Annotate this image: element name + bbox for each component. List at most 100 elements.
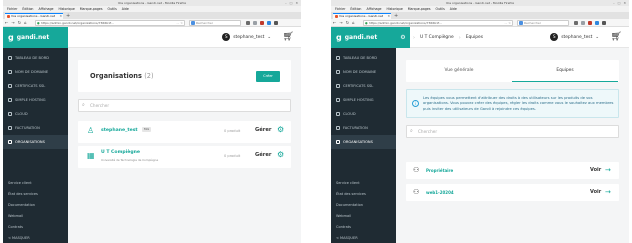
library-icon[interactable] bbox=[246, 21, 250, 25]
browser-search-bar[interactable]: Rechercher bbox=[517, 20, 569, 26]
app-topbar: S stephane_test ⌄ 🛒︎ bbox=[68, 27, 301, 48]
brand-logo[interactable]: g gandi.net bbox=[3, 27, 68, 48]
forward-icon[interactable]: → bbox=[11, 20, 14, 26]
footer-link-webmail[interactable]: Webmail bbox=[3, 210, 68, 221]
search-input[interactable]: ⌕ Chercher bbox=[406, 125, 619, 138]
browser-search-bar[interactable]: Rechercher bbox=[189, 20, 241, 26]
maximize-icon[interactable]: □ bbox=[618, 1, 621, 5]
user-menu[interactable]: S stephane_test ⌄ bbox=[222, 33, 271, 41]
manage-button[interactable]: Gérer bbox=[255, 127, 271, 133]
gandi-logo-icon: g bbox=[336, 33, 342, 42]
team-row[interactable]: ⚇ web1-20204 Voir → bbox=[406, 184, 619, 201]
page-actions-icon[interactable]: ··· ☆ bbox=[176, 21, 183, 25]
browser-search-placeholder: Rechercher bbox=[524, 21, 541, 25]
sidebar-item-cloud[interactable]: CLOUD bbox=[3, 107, 68, 121]
sidebar-toggle-icon[interactable] bbox=[581, 21, 585, 25]
gear-icon[interactable]: ⚙ bbox=[277, 125, 284, 135]
gear-back-icon[interactable]: ⚙ bbox=[396, 27, 410, 48]
sidebar-item-ssl[interactable]: CERTIFICATS SSL bbox=[331, 79, 396, 93]
page-actions-icon[interactable]: ··· ☆ bbox=[504, 21, 511, 25]
sidebar-item-ssl[interactable]: CERTIFICATS SSL bbox=[3, 79, 68, 93]
gear-icon[interactable]: ⚙ bbox=[277, 150, 284, 160]
sidebar-item-billing[interactable]: FACTURATION bbox=[331, 121, 396, 135]
view-button[interactable]: Voir bbox=[590, 167, 601, 173]
team-row[interactable]: ⚇ Propriétaire Voir → bbox=[406, 162, 619, 179]
sidebar-toggle-icon[interactable] bbox=[253, 21, 257, 25]
back-icon[interactable]: ← bbox=[333, 20, 336, 26]
extension-icon[interactable] bbox=[588, 21, 592, 25]
arrow-right-icon[interactable]: → bbox=[605, 187, 611, 197]
arrow-right-icon[interactable]: → bbox=[605, 165, 611, 175]
footer-link-status[interactable]: État des services bbox=[3, 188, 68, 199]
footer-link-support[interactable]: Service client bbox=[331, 177, 396, 188]
sidebar-item-dashboard[interactable]: TABLEAU DE BORD bbox=[3, 51, 68, 65]
url-bar[interactable]: ● https://admin.gandi.net/organizations/… bbox=[35, 20, 185, 26]
cart-icon[interactable]: 🛒︎ bbox=[611, 32, 622, 42]
maximize-icon[interactable]: □ bbox=[290, 1, 293, 5]
hide-sidebar-button[interactable]: < MASQUER bbox=[3, 232, 68, 243]
sidebar-item-label: CLOUD bbox=[15, 112, 28, 116]
favicon-icon bbox=[7, 15, 10, 18]
home-icon[interactable]: ⌂ bbox=[24, 20, 27, 26]
sidebar-item-organisations[interactable]: ORGANISATIONS bbox=[331, 135, 396, 149]
tab-teams[interactable]: Equipes bbox=[512, 60, 618, 82]
organisation-name[interactable]: U T Compiègne bbox=[101, 150, 140, 155]
sidebar-item-cloud[interactable]: CLOUD bbox=[331, 107, 396, 121]
breadcrumb-separator-icon: › bbox=[413, 34, 415, 41]
sidebar-item-label: TABLEAU DE BORD bbox=[15, 56, 50, 60]
url-bar[interactable]: ● https://admin.gandi.net/organizations/… bbox=[363, 20, 513, 26]
minimize-icon[interactable]: – bbox=[285, 1, 287, 5]
team-name[interactable]: Propriétaire bbox=[426, 168, 453, 173]
extension-icon-2[interactable] bbox=[595, 21, 599, 25]
manage-button[interactable]: Gérer bbox=[255, 152, 271, 158]
sidebar-item-domains[interactable]: NOM DE DOMAINE bbox=[331, 65, 396, 79]
search-placeholder: Chercher bbox=[418, 129, 438, 134]
hamburger-menu-icon[interactable] bbox=[602, 21, 606, 25]
footer-link-status[interactable]: État des services bbox=[331, 188, 396, 199]
sidebar-item-hosting[interactable]: SIMPLE HOSTING bbox=[331, 93, 396, 107]
breadcrumb-separator-icon: › bbox=[458, 34, 461, 41]
organisation-row[interactable]: ♙ stephane_test Moi 0 produit Gérer ⚙ bbox=[78, 121, 291, 143]
create-organisation-button[interactable]: Créer bbox=[256, 71, 280, 82]
close-icon[interactable]: ✕ bbox=[623, 1, 626, 5]
organisation-row[interactable]: ▦ U T Compiègne Université de Technologi… bbox=[78, 146, 291, 168]
sidebar-item-label: FACTURATION bbox=[15, 126, 40, 130]
reload-icon[interactable]: ↻ bbox=[346, 20, 349, 26]
close-icon[interactable]: ✕ bbox=[295, 1, 298, 5]
library-icon[interactable] bbox=[574, 21, 578, 25]
team-name[interactable]: web1-20204 bbox=[426, 190, 454, 195]
brand-logo[interactable]: g gandi.net bbox=[331, 27, 396, 48]
minimize-icon[interactable]: – bbox=[613, 1, 615, 5]
extension-icon-2[interactable] bbox=[267, 21, 271, 25]
footer-link-contracts[interactable]: Contrats bbox=[3, 221, 68, 232]
search-icon: ⌕ bbox=[410, 128, 413, 134]
footer-link-docs[interactable]: Documentation bbox=[3, 199, 68, 210]
tab-overview[interactable]: Vue générale bbox=[406, 60, 512, 82]
footer-link-webmail[interactable]: Webmail bbox=[331, 210, 396, 221]
breadcrumb: ⚙ › U T Compiègne › Equipes bbox=[396, 27, 516, 48]
extension-icon[interactable] bbox=[260, 21, 264, 25]
info-icon: i bbox=[412, 100, 419, 107]
footer-link-support[interactable]: Service client bbox=[3, 177, 68, 188]
main-content: Vue générale Equipes i Les équipes vous … bbox=[396, 48, 629, 243]
hosting-icon bbox=[336, 98, 340, 102]
organisation-name[interactable]: stephane_test bbox=[101, 128, 138, 133]
footer-link-contracts[interactable]: Contrats bbox=[331, 221, 396, 232]
back-icon[interactable]: ← bbox=[5, 20, 8, 26]
cart-icon[interactable]: 🛒︎ bbox=[283, 32, 294, 42]
sidebar-item-hosting[interactable]: SIMPLE HOSTING bbox=[3, 93, 68, 107]
user-menu[interactable]: S stephane_test ⌄ bbox=[550, 33, 599, 41]
hamburger-menu-icon[interactable] bbox=[274, 21, 278, 25]
search-input[interactable]: ⌕ Chercher bbox=[78, 99, 291, 112]
sidebar-item-billing[interactable]: FACTURATION bbox=[3, 121, 68, 135]
footer-link-docs[interactable]: Documentation bbox=[331, 199, 396, 210]
sidebar-item-organisations[interactable]: ORGANISATIONS bbox=[3, 135, 68, 149]
home-icon[interactable]: ⌂ bbox=[352, 20, 355, 26]
sidebar-item-domains[interactable]: NOM DE DOMAINE bbox=[3, 65, 68, 79]
breadcrumb-organisation[interactable]: U T Compiègne bbox=[418, 35, 456, 40]
reload-icon[interactable]: ↻ bbox=[18, 20, 21, 26]
hide-sidebar-button[interactable]: < MASQUER bbox=[331, 232, 396, 243]
view-button[interactable]: Voir bbox=[590, 189, 601, 195]
forward-icon[interactable]: → bbox=[339, 20, 342, 26]
sidebar-item-dashboard[interactable]: TABLEAU DE BORD bbox=[331, 51, 396, 65]
